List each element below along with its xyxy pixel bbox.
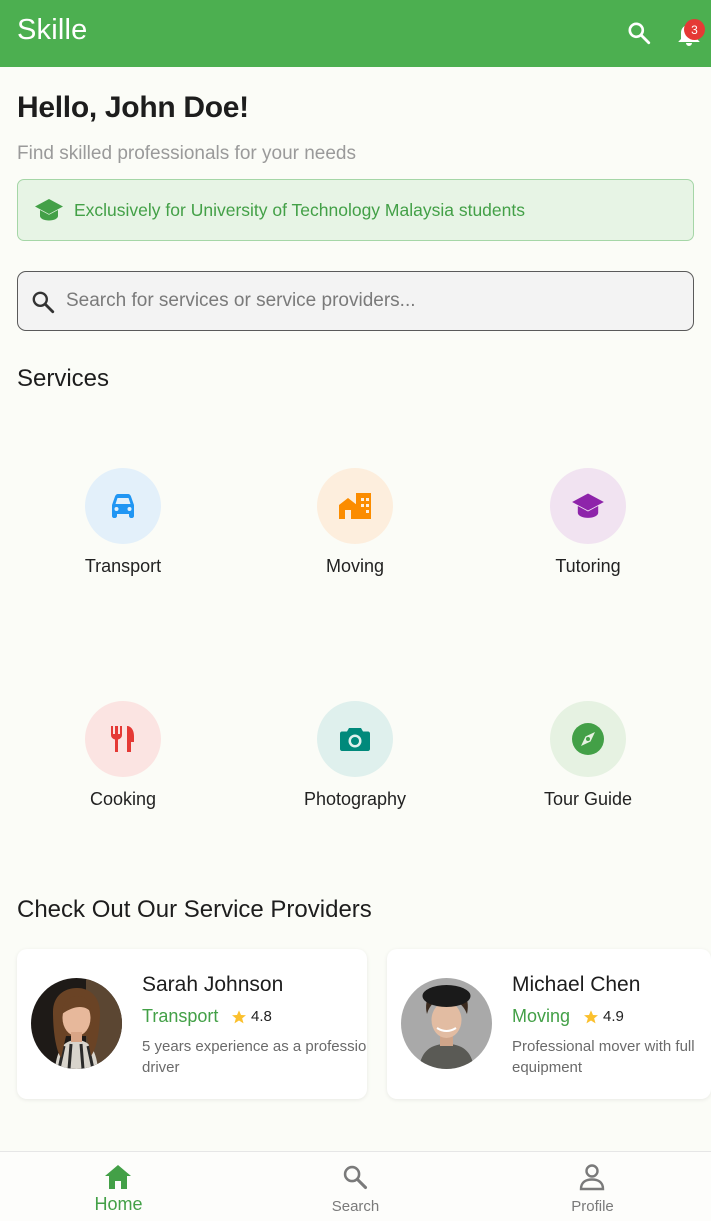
nav-label: Profile xyxy=(571,1198,614,1215)
bottom-navigation: Home Search Profile xyxy=(0,1151,711,1221)
greeting-heading: Hello, John Doe! xyxy=(17,91,249,124)
search-input[interactable] xyxy=(66,284,666,318)
provider-card-michael-chen[interactable]: Michael Chen Moving 4.9 Professional mov… xyxy=(387,949,711,1099)
search-bar[interactable] xyxy=(17,271,694,331)
provider-category: Transport xyxy=(142,1006,219,1026)
service-label: Moving xyxy=(325,556,385,576)
nav-profile[interactable]: Profile xyxy=(474,1152,711,1221)
service-transport[interactable]: Transport xyxy=(23,468,223,588)
star-icon xyxy=(232,1009,246,1023)
provider-name: Sarah Johnson xyxy=(142,973,284,996)
service-photography[interactable]: Photography xyxy=(255,701,455,821)
service-label: Photography xyxy=(303,789,407,809)
service-label: Tutoring xyxy=(555,556,621,576)
notification-badge: 3 xyxy=(684,19,705,40)
restaurant-icon xyxy=(85,701,161,777)
app-title: Skille xyxy=(17,14,88,46)
graduation-cap-icon xyxy=(34,197,64,223)
provider-rating: 4.9 xyxy=(583,1008,624,1025)
banner-text: Exclusively for University of Technology… xyxy=(74,200,525,220)
search-icon[interactable] xyxy=(624,18,654,48)
provider-category: Moving xyxy=(512,1006,571,1026)
camera-icon xyxy=(317,701,393,777)
service-tutoring[interactable]: Tutoring xyxy=(488,468,688,588)
home-icon xyxy=(103,1163,133,1191)
service-cooking[interactable]: Cooking xyxy=(23,701,223,821)
rating-value: 4.8 xyxy=(251,1008,272,1025)
university-banner: Exclusively for University of Technology… xyxy=(17,179,694,241)
service-label: Cooking xyxy=(89,789,157,809)
nav-label: Search xyxy=(331,1198,380,1215)
nav-label: Home xyxy=(94,1194,143,1214)
greeting-subtitle: Find skilled professionals for your need… xyxy=(17,143,357,164)
star-icon xyxy=(584,1009,598,1023)
services-heading: Services xyxy=(17,365,110,392)
person-icon xyxy=(577,1163,607,1191)
search-icon xyxy=(340,1163,370,1191)
avatar xyxy=(401,978,492,1069)
service-label: Transport xyxy=(84,556,162,576)
graduation-cap-icon xyxy=(550,468,626,544)
provider-description: Professional mover with full equipment xyxy=(512,1038,695,1076)
nav-search[interactable]: Search xyxy=(237,1152,474,1221)
service-label: Tour Guide xyxy=(543,789,633,809)
provider-name: Michael Chen xyxy=(512,973,641,996)
moving-icon xyxy=(317,468,393,544)
nav-home[interactable]: Home xyxy=(0,1152,237,1221)
provider-rating: 4.8 xyxy=(231,1008,272,1025)
search-icon xyxy=(30,289,56,315)
compass-icon xyxy=(550,701,626,777)
provider-card-sarah-johnson[interactable]: Sarah Johnson Transport 4.8 5 years expe… xyxy=(17,949,367,1099)
service-moving[interactable]: Moving xyxy=(255,468,455,588)
service-tour-guide[interactable]: Tour Guide xyxy=(488,701,688,821)
provider-description: 5 years experience as a professional dri… xyxy=(142,1038,367,1076)
avatar xyxy=(31,978,122,1069)
providers-heading: Check Out Our Service Providers xyxy=(17,896,372,923)
app-bar: Skille 3 xyxy=(0,0,711,67)
rating-value: 4.9 xyxy=(603,1008,624,1025)
car-icon xyxy=(85,468,161,544)
